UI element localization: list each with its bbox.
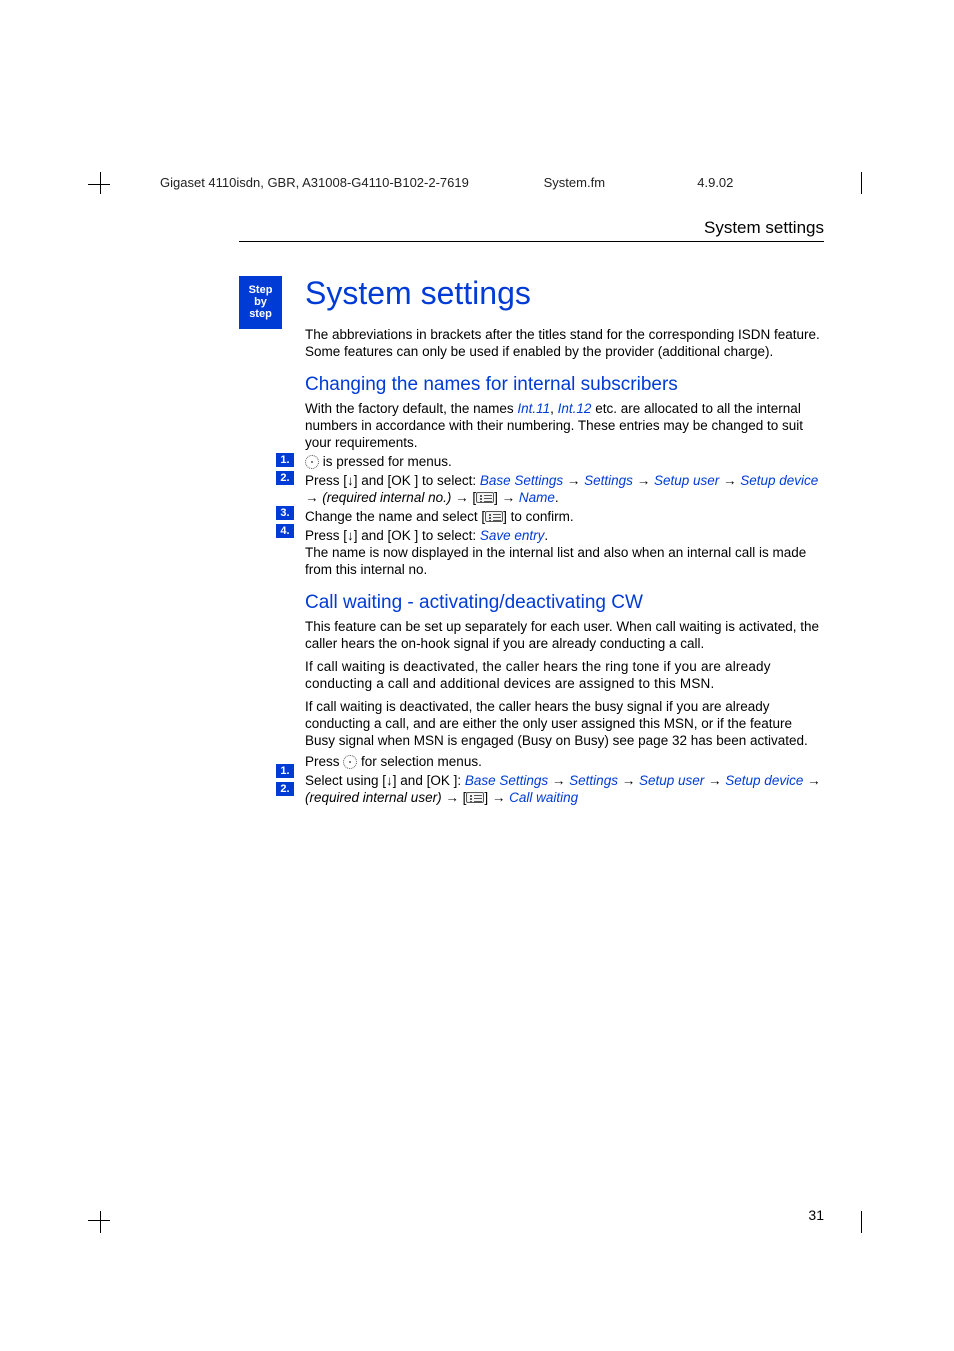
b-s2a: Select using [	[305, 773, 386, 788]
arr4: →	[305, 490, 322, 505]
period1: .	[555, 490, 559, 505]
path-setupdevice: Setup device	[740, 473, 818, 488]
step-badge-4: 4.	[276, 524, 294, 538]
intro-text: The abbreviations in brackets after the …	[305, 326, 824, 360]
crop-mark	[100, 1211, 101, 1233]
crop-mark	[861, 172, 862, 194]
tab-line1: Step	[239, 284, 282, 296]
nav-icon	[343, 755, 357, 769]
b-path4: Setup device	[725, 773, 803, 788]
step-a3: Change the name and select [] to confirm…	[305, 508, 824, 525]
section-a-heading: Changing the names for internal subscrib…	[305, 374, 824, 396]
step-a4: Press [↓] and [OK ] to select: Save entr…	[305, 527, 824, 578]
s3a: Change the name and select	[305, 509, 481, 524]
arr3: →	[719, 473, 740, 488]
step-badge-1: 1.	[276, 453, 294, 467]
s3b: to confirm.	[507, 509, 574, 524]
tab-line3: step	[239, 308, 282, 320]
step-a2: Press [↓] and [OK ] to select: Base Sett…	[305, 472, 824, 506]
crop-mark	[861, 1211, 862, 1233]
section-b-heading: Call waiting - activating/deactivating C…	[305, 592, 824, 614]
file-name: System.fm	[544, 175, 694, 190]
b-p3: If call waiting is deactivated, the call…	[305, 698, 824, 749]
crop-mark	[88, 1220, 110, 1221]
period2: .	[544, 528, 548, 543]
barr3: →	[704, 773, 725, 788]
b-s1a: Press	[305, 754, 343, 769]
header-rule	[239, 241, 824, 242]
page-number: 31	[808, 1207, 824, 1223]
s2a: Press [	[305, 473, 347, 488]
int11: Int.11	[517, 401, 550, 416]
path-setupuser: Setup user	[654, 473, 719, 488]
barr5: →	[488, 790, 509, 805]
int12: Int.12	[558, 401, 592, 416]
b-path1: Base Settings	[465, 773, 548, 788]
section-a-lead: With the factory default, the names Int.…	[305, 400, 824, 451]
doc-id: Gigaset 4110isdn, GBR, A31008-G4110-B102…	[160, 175, 540, 190]
running-head: System settings	[704, 218, 824, 238]
doc-date: 4.9.02	[697, 175, 797, 190]
b-path3: Setup user	[639, 773, 704, 788]
req-no: (required internal no.)	[322, 490, 455, 505]
s4a: Press [	[305, 528, 347, 543]
path-base: Base Settings	[480, 473, 563, 488]
arr5: →	[498, 490, 519, 505]
step-badge-b1: 1.	[276, 764, 294, 778]
step-b2: Select using [↓] and [OK ]: Base Setting…	[305, 772, 824, 806]
path-cw: Call waiting	[509, 790, 578, 805]
arr2: →	[633, 473, 654, 488]
down-arrow-icon: ↓	[347, 473, 354, 488]
tab-line2: by	[239, 296, 282, 308]
s2b: ] and [OK ] to select:	[354, 473, 480, 488]
s4tail: The name is now displayed in the interna…	[305, 545, 806, 577]
crop-mark	[88, 184, 110, 185]
step-by-step-tab: Step by step	[239, 276, 282, 329]
step-badge-2: 2.	[276, 471, 294, 485]
comma: ,	[550, 401, 558, 416]
path-settings: Settings	[584, 473, 633, 488]
step-a1: is pressed for menus.	[305, 453, 824, 470]
barr4: →	[803, 773, 820, 788]
menu-icon	[466, 792, 484, 803]
req-user: (required internal user)	[305, 790, 445, 805]
content-region: System settings The abbreviations in bra…	[305, 275, 824, 806]
b-path2: Settings	[569, 773, 618, 788]
s4b: ] and [OK ] to select:	[354, 528, 480, 543]
barr2: →	[618, 773, 639, 788]
menu-icon	[476, 492, 494, 503]
b-p1: This feature can be set up separately fo…	[305, 618, 824, 652]
crop-mark	[100, 172, 101, 194]
b-s2b: ] and [OK ]:	[393, 773, 465, 788]
down-arrow-icon: ↓	[386, 773, 393, 788]
page-header: Gigaset 4110isdn, GBR, A31008-G4110-B102…	[160, 175, 860, 190]
s1-text: is pressed for menus.	[319, 454, 452, 469]
nav-icon	[305, 455, 319, 469]
menu-icon	[485, 511, 503, 522]
save-entry: Save entry	[480, 528, 545, 543]
arr1: →	[563, 473, 584, 488]
step-badge-3: 3.	[276, 506, 294, 520]
down-arrow-icon: ↓	[347, 528, 354, 543]
b-p2: If call waiting is deactivated, the call…	[305, 658, 824, 692]
barr1: →	[548, 773, 569, 788]
step-badge-b2: 2.	[276, 782, 294, 796]
path-name: Name	[519, 490, 555, 505]
page-title: System settings	[305, 275, 824, 312]
b-s1b: for selection menus.	[357, 754, 482, 769]
lead-a: With the factory default, the names	[305, 401, 517, 416]
step-b1: Press for selection menus.	[305, 753, 824, 770]
